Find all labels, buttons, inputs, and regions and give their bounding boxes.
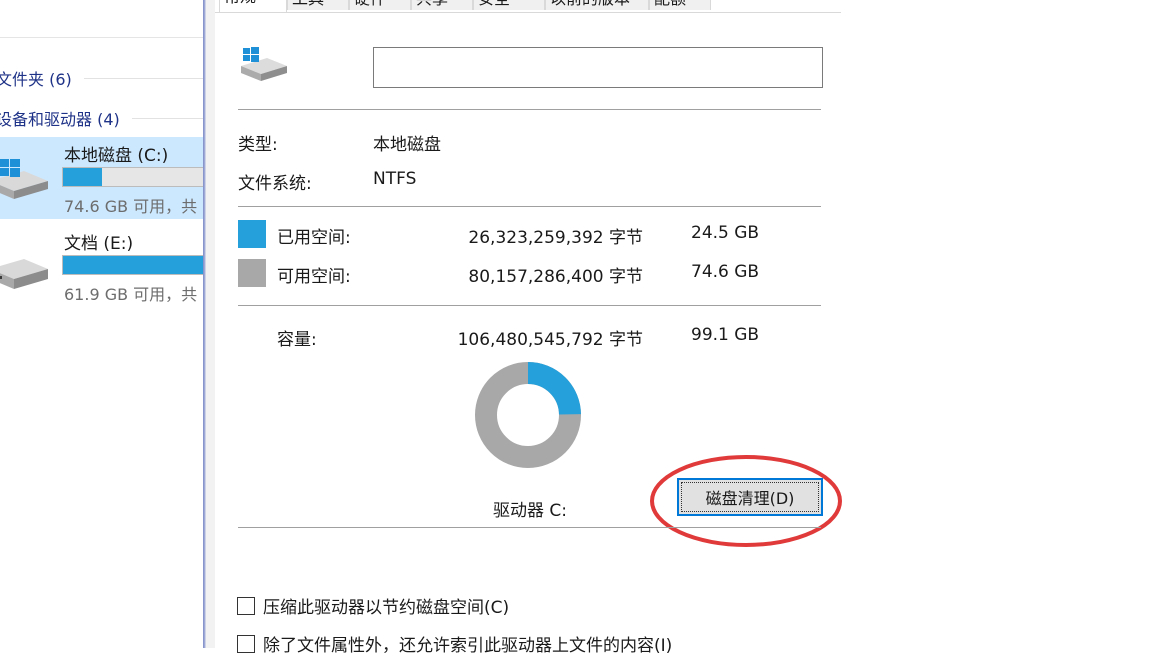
used-space-size: 24.5 GB bbox=[691, 223, 760, 243]
index-checkbox[interactable] bbox=[237, 634, 255, 653]
drive-usage-bar bbox=[62, 255, 203, 275]
drive-item-e[interactable]: 文档 (E:) 61.9 GB 可用，共 bbox=[0, 225, 203, 307]
filesystem-value: NTFS bbox=[373, 169, 417, 189]
tab-sharing[interactable]: 共享 bbox=[411, 0, 473, 10]
group-label: 设备和驱动器 (4) bbox=[0, 110, 120, 129]
compress-checkbox[interactable] bbox=[237, 596, 255, 615]
windows-drive-icon bbox=[239, 46, 289, 86]
type-label: 类型: bbox=[238, 135, 278, 155]
drive-free-info: 61.9 GB 可用，共 bbox=[64, 285, 198, 304]
divider bbox=[83, 77, 203, 79]
drive-name: 文档 (E:) bbox=[64, 234, 134, 254]
drive-usage-bar bbox=[62, 167, 203, 187]
used-space-swatch bbox=[238, 220, 266, 248]
group-label: 文件夹 (6) bbox=[0, 70, 72, 89]
drive-usage-fill bbox=[63, 256, 203, 274]
drive-icon bbox=[0, 257, 52, 301]
drive-name: 本地磁盘 (C:) bbox=[64, 146, 169, 166]
tab-general[interactable]: 常规 bbox=[219, 0, 287, 12]
drive-usage-fill bbox=[63, 168, 103, 186]
divider bbox=[238, 305, 821, 306]
divider bbox=[238, 109, 821, 110]
compress-drive-option[interactable]: 压缩此驱动器以节约磁盘空间(C) bbox=[237, 593, 509, 618]
tab-tools[interactable]: 工具 bbox=[287, 0, 349, 10]
disk-usage-donut bbox=[475, 362, 581, 468]
free-space-label: 可用空间: bbox=[277, 267, 351, 287]
windows-drive-icon bbox=[0, 158, 52, 203]
tab-quota[interactable]: 配额 bbox=[649, 0, 711, 10]
divider bbox=[131, 117, 203, 119]
drive-properties-dialog: 常规 工具 硬件 共享 安全 以前的版本 配额 类型: 本地磁盘 文件系统: N… bbox=[215, 0, 842, 656]
compress-label: 压缩此驱动器以节约磁盘空间(C) bbox=[263, 598, 510, 618]
divider bbox=[215, 12, 841, 13]
group-header-devices[interactable]: 设备和驱动器 (4) bbox=[0, 106, 203, 130]
divider bbox=[238, 206, 821, 207]
free-space-size: 74.6 GB bbox=[691, 262, 760, 282]
tab-strip: 常规 工具 硬件 共享 安全 以前的版本 配额 bbox=[215, 0, 841, 13]
tab-hardware[interactable]: 硬件 bbox=[349, 0, 411, 10]
group-header-folders[interactable]: 文件夹 (6) bbox=[0, 66, 203, 90]
used-space-bytes: 26,323,259,392 字节 bbox=[468, 228, 643, 248]
tab-security[interactable]: 安全 bbox=[473, 0, 545, 10]
tab-previous-versions[interactable]: 以前的版本 bbox=[545, 0, 649, 10]
free-space-bytes: 80,157,286,400 字节 bbox=[468, 267, 643, 287]
type-value: 本地磁盘 bbox=[373, 135, 441, 155]
index-label: 除了文件属性外，还允许索引此驱动器上文件的内容(I) bbox=[263, 636, 673, 656]
capacity-size: 99.1 GB bbox=[691, 325, 760, 345]
drive-item-c[interactable]: 本地磁盘 (C:) 74.6 GB 可用，共 bbox=[0, 137, 203, 219]
filesystem-label: 文件系统: bbox=[238, 174, 312, 194]
dialog-border bbox=[203, 0, 215, 648]
explorer-pane: 文件夹 (6) 设备和驱动器 (4) 本地磁盘 (C:) 74.6 GB 可用，… bbox=[0, 0, 203, 648]
used-space-label: 已用空间: bbox=[277, 228, 351, 248]
capacity-bytes: 106,480,545,792 字节 bbox=[457, 330, 643, 350]
disk-cleanup-button[interactable]: 磁盘清理(D) bbox=[677, 478, 823, 516]
divider bbox=[238, 527, 821, 528]
drive-label-input[interactable] bbox=[373, 47, 823, 88]
drive-free-info: 74.6 GB 可用，共 bbox=[64, 197, 198, 216]
drive-caption: 驱动器 C: bbox=[493, 501, 568, 521]
free-space-swatch bbox=[238, 259, 266, 287]
divider bbox=[0, 37, 203, 38]
capacity-label: 容量: bbox=[277, 330, 317, 350]
index-contents-option[interactable]: 除了文件属性外，还允许索引此驱动器上文件的内容(I) bbox=[237, 631, 672, 656]
